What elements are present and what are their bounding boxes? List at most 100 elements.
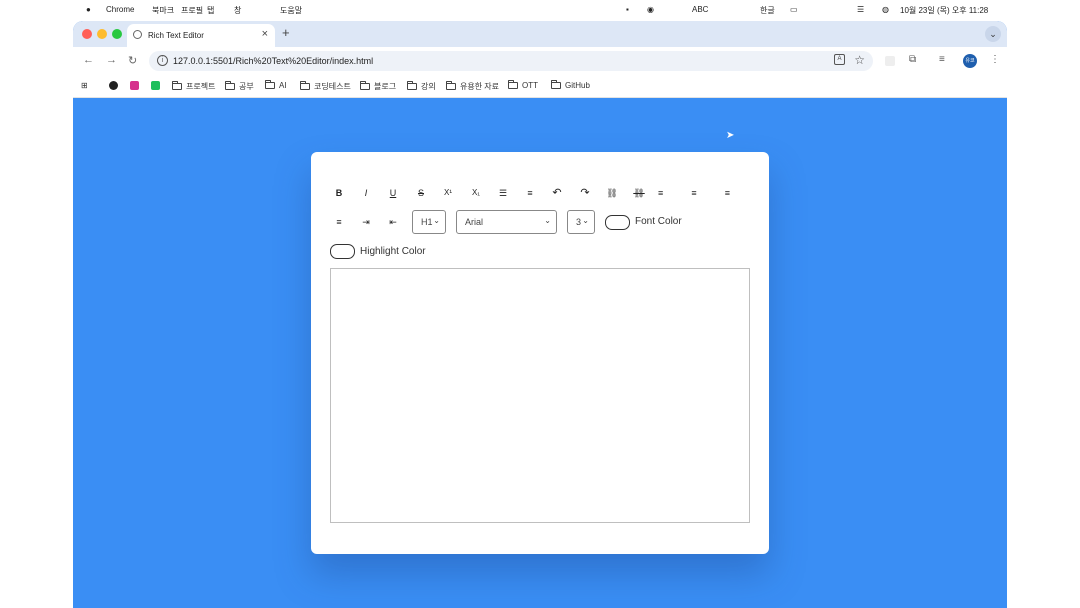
chevron-down-icon: ⌄ — [582, 216, 589, 225]
apple-icon[interactable]: ● — [86, 5, 91, 14]
bookmark-folder-7[interactable]: OTT — [508, 80, 538, 90]
unordered-list-button[interactable]: ≡ — [521, 185, 539, 201]
folder-icon — [265, 80, 275, 89]
tab-strip: Rich Text Editor × + ⌄ — [73, 21, 1007, 47]
superscript-button[interactable]: X¹ — [439, 185, 457, 201]
italic-button[interactable]: I — [357, 185, 375, 201]
bookmark-folder-4[interactable]: 블로그 — [360, 81, 396, 92]
align-left-button[interactable]: ≡ — [658, 185, 676, 201]
reading-list-icon[interactable]: ≡ — [939, 54, 945, 65]
bookmark-folder-8[interactable]: GitHub — [551, 80, 590, 90]
macos-menu-bar: ● Chrome 북마크 프로필 탭 창 도움말 ▪ ◉ ABC 한글 ▭ ☰ … — [0, 0, 1080, 20]
heading-select-value: H1 — [421, 217, 433, 227]
bookmark-label: AI — [279, 81, 287, 90]
apps-grid-icon[interactable]: ⊞ — [81, 81, 88, 90]
bookmark-folder-2[interactable]: AI — [265, 80, 287, 90]
menu-item-tab[interactable]: 탭 — [207, 5, 214, 16]
bookmark-folder-6[interactable]: 유용한 자료 — [446, 81, 499, 92]
forward-icon[interactable]: → — [106, 54, 117, 66]
maximize-window-button[interactable] — [112, 29, 122, 39]
unlink-button[interactable]: ⛓ — [630, 185, 648, 201]
menu-app-name[interactable]: Chrome — [106, 5, 134, 14]
font-size-select-value: 3 — [576, 217, 582, 227]
bookmark-folder-3[interactable]: 코딩테스트 — [300, 81, 351, 92]
undo-button[interactable]: ↶ — [548, 185, 566, 201]
ordered-list-button[interactable]: ☰ — [494, 185, 512, 201]
bookmark-folder-0[interactable]: 프로젝트 — [172, 81, 215, 92]
status-input-label[interactable]: ABC — [692, 5, 708, 14]
address-bar[interactable]: i 127.0.0.1:5501/Rich%20Text%20Editor/in… — [149, 51, 873, 71]
font-family-select[interactable]: Arial ⌄ — [456, 210, 557, 234]
heading-select[interactable]: H1 ⌄ — [412, 210, 446, 234]
tab-rich-text-editor[interactable]: Rich Text Editor × — [127, 24, 275, 47]
strikethrough-button[interactable]: S — [412, 185, 430, 201]
control-center-icon[interactable]: ☰ — [857, 5, 864, 14]
siri-icon[interactable]: ◍ — [882, 5, 889, 14]
profile-avatar[interactable]: 유코 — [963, 54, 977, 68]
menu-item-bookmarks[interactable]: 북마크 — [152, 5, 174, 16]
align-justify-button[interactable]: ≡ — [330, 214, 348, 230]
folder-icon — [551, 80, 561, 89]
github-icon[interactable] — [109, 81, 118, 90]
folder-icon — [360, 81, 370, 90]
status-dot-icon[interactable]: ▪ — [626, 5, 629, 14]
highlight-color-label: Highlight Color — [360, 246, 426, 257]
font-color-label: Font Color — [635, 216, 682, 227]
more-menu-icon[interactable]: ⋮ — [990, 54, 1000, 65]
menu-item-help[interactable]: 도움말 — [280, 5, 302, 16]
bookmark-app-icon[interactable] — [151, 81, 160, 90]
minimize-window-button[interactable] — [97, 29, 107, 39]
font-family-select-value: Arial — [465, 217, 484, 227]
menu-datetime[interactable]: 10월 23일 (목) 오후 11:28 — [900, 5, 988, 16]
chevron-down-icon: ⌄ — [433, 216, 440, 225]
close-tab-icon[interactable]: × — [262, 28, 268, 40]
bookmark-label: 코딩테스트 — [314, 82, 351, 91]
outdent-button[interactable]: ⇤ — [384, 214, 402, 230]
bookmark-label: OTT — [522, 81, 538, 90]
underline-button[interactable]: U — [384, 185, 402, 201]
back-icon[interactable]: ← — [83, 54, 94, 66]
bookmarks-bar: ⊞ 프로젝트 공부 AI 코딩테스트 블로그 강의 유용한 자료 OTT Git… — [73, 75, 1007, 98]
tab-title: Rich Text Editor — [148, 31, 204, 40]
translate-icon[interactable]: A — [834, 54, 845, 65]
subscript-button[interactable]: X₁ — [467, 185, 485, 201]
bookmark-label: 블로그 — [374, 82, 397, 91]
status-keyboard-label[interactable]: 한글 — [760, 5, 775, 16]
folder-icon — [225, 81, 235, 90]
indent-button[interactable]: ⇥ — [357, 214, 375, 230]
bookmark-star-icon[interactable]: ☆ — [854, 53, 865, 67]
new-tab-button[interactable]: + — [282, 25, 290, 40]
globe-icon — [133, 30, 142, 39]
bold-button[interactable]: B — [330, 185, 348, 201]
menu-item-profile[interactable]: 프로필 — [181, 5, 203, 16]
bookmark-label: 강의 — [421, 82, 436, 91]
tab-search-icon[interactable]: ⌄ — [985, 26, 1001, 42]
extension-icon[interactable] — [885, 56, 895, 66]
status-app-icon[interactable]: ◉ — [647, 5, 654, 14]
close-window-button[interactable] — [82, 29, 92, 39]
folder-icon — [508, 80, 518, 89]
align-center-button[interactable]: ≡ — [685, 185, 703, 201]
url-text[interactable]: 127.0.0.1:5501/Rich%20Text%20Editor/inde… — [173, 56, 373, 66]
browser-toolbar: ← → ↻ i 127.0.0.1:5501/Rich%20Text%20Edi… — [73, 47, 1007, 75]
align-right-button[interactable]: ≡ — [712, 185, 730, 201]
menu-item-window[interactable]: 창 — [234, 5, 241, 16]
instagram-icon[interactable] — [130, 81, 139, 90]
extensions-puzzle-icon[interactable]: ⧉ — [909, 54, 916, 65]
folder-icon — [300, 81, 310, 90]
reload-icon[interactable]: ↻ — [128, 54, 137, 67]
font-size-select[interactable]: 3 ⌄ — [567, 210, 595, 234]
bookmark-folder-1[interactable]: 공부 — [225, 81, 254, 92]
highlight-color-picker[interactable] — [330, 244, 355, 259]
folder-icon — [407, 81, 417, 90]
mouse-cursor-icon: ➤ — [726, 130, 735, 141]
site-info-icon[interactable]: i — [157, 55, 168, 66]
page-content: ➤ B I U S X¹ X₁ ☰ ≡ ↶ ↷ ⛓ ⛓ ≡ ≡ ≡ ≡ ⇥ ⇤ … — [73, 99, 1007, 608]
editor-text-area[interactable] — [330, 268, 750, 523]
display-icon[interactable]: ▭ — [790, 5, 798, 14]
bookmark-folder-5[interactable]: 강의 — [407, 81, 436, 92]
chevron-down-icon: ⌄ — [544, 216, 551, 225]
link-button[interactable]: ⛓ — [603, 185, 621, 201]
redo-button[interactable]: ↷ — [576, 185, 594, 201]
font-color-picker[interactable] — [605, 215, 630, 230]
